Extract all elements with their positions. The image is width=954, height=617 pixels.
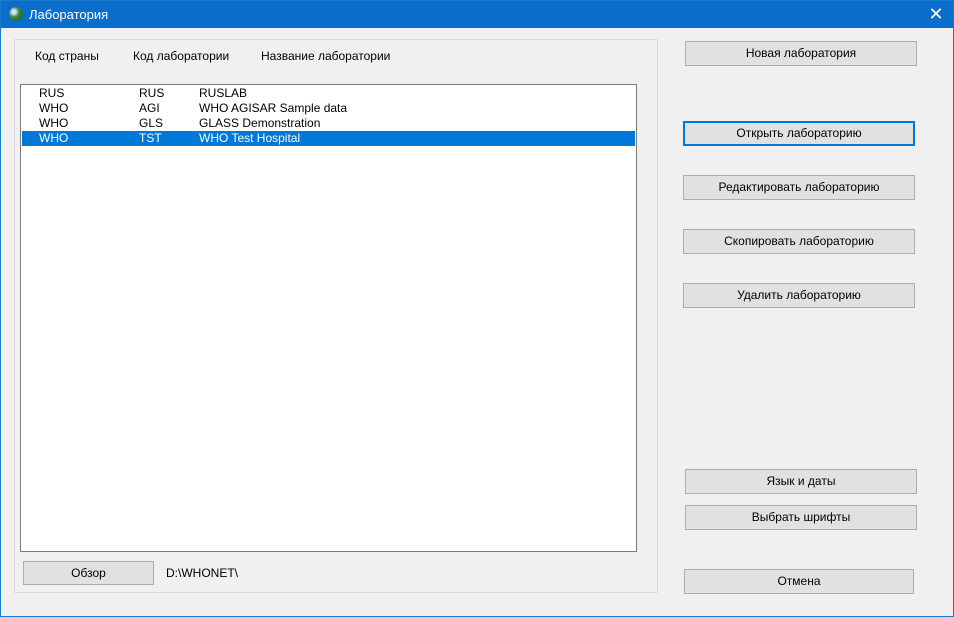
copy-lab-button[interactable]: Скопировать лабораторию [683,229,915,254]
title-bar: Лаборатория ✕ [1,1,953,28]
table-row[interactable]: WHO AGI WHO AGISAR Sample data [22,101,635,116]
browse-button[interactable]: Обзор [23,561,154,585]
laboratory-dialog: Лаборатория ✕ Код страны Код лаборатории… [0,0,954,617]
row-country-code: WHO [39,116,69,130]
cancel-button[interactable]: Отмена [684,569,914,594]
globe-icon [9,7,23,21]
table-row[interactable]: RUS RUS RUSLAB [22,86,635,101]
row-lab-name: RUSLAB [199,86,248,100]
row-lab-code: TST [139,131,162,145]
close-button[interactable]: ✕ [919,1,953,28]
row-country-code: WHO [39,131,69,145]
column-header-lab-code: Код лаборатории [133,49,230,63]
row-country-code: RUS [39,86,65,100]
row-lab-name: WHO Test Hospital [199,131,301,145]
edit-lab-button[interactable]: Редактировать лабораторию [683,175,915,200]
delete-lab-button[interactable]: Удалить лабораторию [683,283,915,308]
table-row-selected[interactable]: WHO TST WHO Test Hospital [22,131,635,146]
row-lab-code: RUS [139,86,165,100]
new-lab-button[interactable]: Новая лаборатория [685,41,917,66]
window-title: Лаборатория [29,7,109,22]
table-row[interactable]: WHO GLS GLASS Demonstration [22,116,635,131]
column-header-lab-name: Название лаборатории [261,49,391,63]
row-country-code: WHO [39,101,69,115]
row-lab-code: AGI [139,101,160,115]
choose-fonts-button[interactable]: Выбрать шрифты [685,505,917,530]
language-dates-button[interactable]: Язык и даты [685,469,917,494]
row-lab-code: GLS [139,116,164,130]
open-lab-button[interactable]: Открыть лабораторию [683,121,915,146]
row-lab-name: GLASS Demonstration [199,116,321,130]
data-path-label: D:\WHONET\ [166,566,238,580]
column-header-country-code: Код страны [35,49,99,63]
laboratory-list[interactable]: RUS RUS RUSLAB WHO AGI WHO AGISAR Sample… [20,84,637,552]
row-lab-name: WHO AGISAR Sample data [199,101,348,115]
